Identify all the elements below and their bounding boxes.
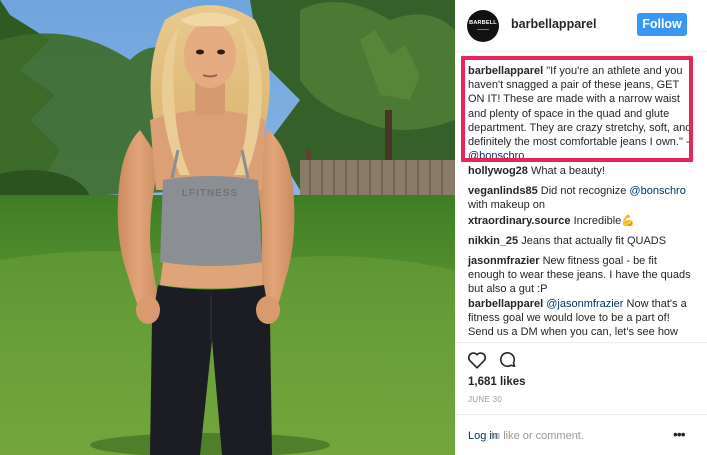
comment-icon[interactable] — [498, 350, 517, 374]
avatar-logo-text: BARBELL — [469, 20, 497, 26]
post-date: JUNE 30 — [468, 395, 503, 404]
comment-text: What a beauty! — [527, 165, 605, 177]
comment-username[interactable]: hollywog28 — [468, 165, 528, 177]
login-row: Log in to like or comment. ••• — [455, 414, 707, 455]
comment-mention[interactable]: @bonschro — [629, 185, 685, 197]
comment-text: Did not recognize — [537, 185, 630, 197]
comment-item: barbellapparel @jasonmfrazier Now that's… — [468, 297, 693, 340]
comments-list[interactable]: barbellapparel "If you're an athlete and… — [455, 52, 707, 342]
caption-mention[interactable]: @bonschro — [468, 150, 524, 162]
avatar[interactable]: BARBELL — [467, 10, 499, 42]
comment-item: xtraordinary.source Incredible💪 — [468, 214, 693, 228]
flexed-biceps-icon: 💪 — [621, 215, 635, 227]
likes-count[interactable]: 1,681 likes — [468, 376, 526, 388]
shirt-logo: LFITNESS — [182, 188, 238, 199]
caption-text: "If you're an athlete and you haven't sn… — [468, 65, 692, 149]
comment-item: hollywog28 What a beauty! — [468, 164, 693, 178]
post-header: BARBELL barbellapparel Follow — [455, 0, 707, 52]
comment-item: nikkin_25 Jeans that actually fit QUADS — [468, 234, 693, 248]
comment-username[interactable]: jasonmfrazier — [468, 255, 540, 267]
comment-text-continued: with makeup on — [468, 199, 546, 212]
comment-item: veganlinds85 Did not recognize @bonschro… — [468, 184, 693, 212]
caption: barbellapparel "If you're an athlete and… — [468, 64, 693, 163]
caption-username[interactable]: barbellapparel — [468, 65, 543, 77]
avatar-logo-line — [477, 29, 489, 30]
post-side-panel: BARBELL barbellapparel Follow barbellapp… — [455, 0, 707, 455]
post-actions: 1,681 likes JUNE 30 Log in to like or co… — [455, 342, 707, 455]
comment-mention[interactable]: @jasonmfrazier — [546, 298, 623, 310]
post-photo[interactable]: LFITNESS — [0, 0, 455, 455]
comment-text: Incredible — [570, 215, 622, 227]
more-options-icon[interactable]: ••• — [673, 426, 686, 442]
comment-item: jasonmfrazier New fitness goal - be fit … — [468, 254, 693, 297]
heart-icon[interactable] — [467, 351, 487, 374]
header-username[interactable]: barbellapparel — [511, 17, 596, 31]
comment-username[interactable]: veganlinds85 — [468, 185, 538, 197]
follow-button[interactable]: Follow — [637, 13, 687, 36]
comment-username[interactable]: barbellapparel — [468, 298, 543, 310]
comment-username[interactable]: xtraordinary.source — [468, 215, 571, 227]
photo-illustration: LFITNESS — [0, 0, 455, 455]
comment-username[interactable]: nikkin_25 — [468, 235, 518, 247]
comment-text: Jeans that actually fit QUADS — [518, 235, 667, 247]
login-prompt-text: to like or comment. — [491, 430, 584, 442]
